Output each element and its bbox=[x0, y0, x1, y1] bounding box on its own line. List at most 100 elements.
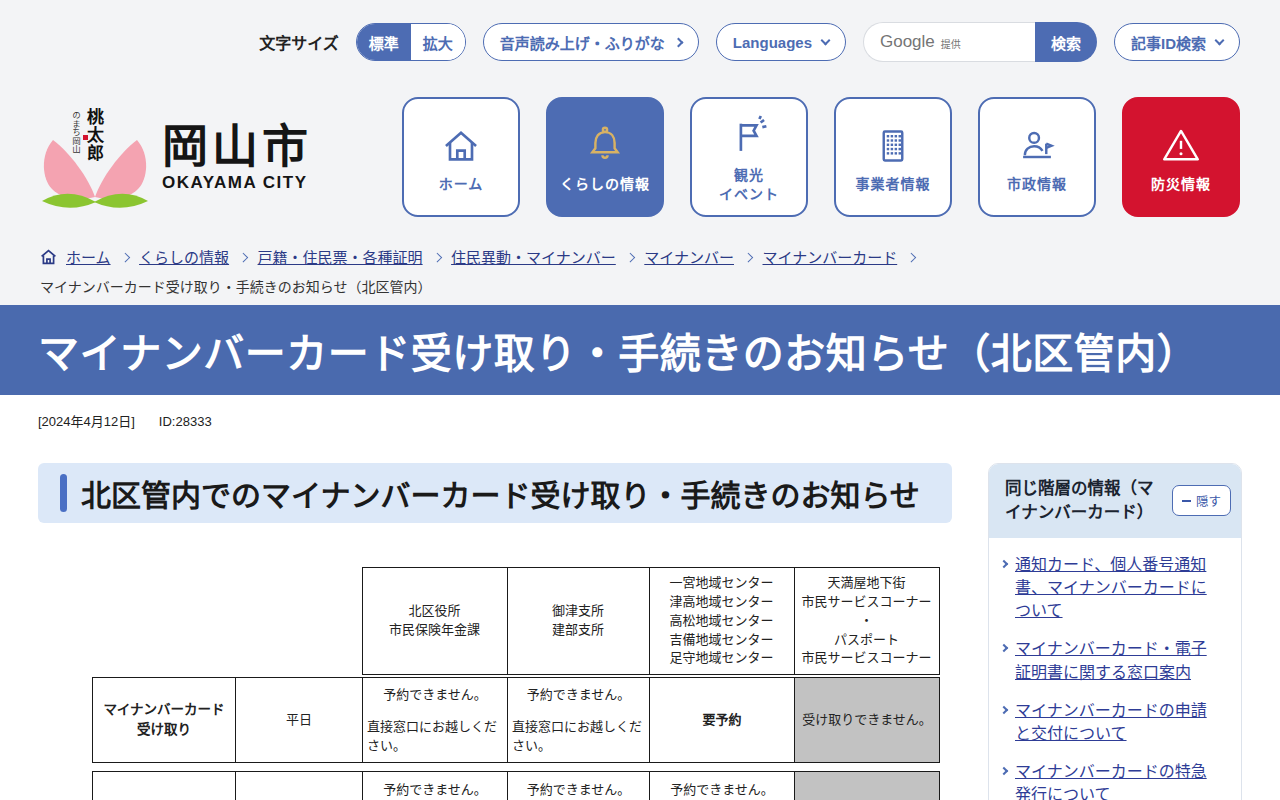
chevron-right-icon bbox=[673, 37, 683, 47]
cell-tenmaya-row2 bbox=[795, 771, 940, 800]
breadcrumb-current-page: マイナンバーカード受け取り・手続きのお知らせ（北区管内） bbox=[40, 276, 1240, 296]
site-title-ja: 岡山市 bbox=[162, 121, 312, 172]
page-title-banner: マイナンバーカード受け取り・手続きのお知らせ（北区管内） bbox=[0, 305, 1280, 395]
second-row-table: 予約できません。 予約できません。 予約できません。 bbox=[92, 771, 940, 800]
breadcrumb-living-info[interactable]: くらしの情報 bbox=[139, 246, 229, 267]
col-header-tenmaya: 天満屋地下街 市民サービスコーナー ・ パスポート 市民サービスコーナー bbox=[794, 568, 939, 675]
languages-label: Languages bbox=[733, 34, 812, 51]
speech-furigana-label: 音声読み上げ・ふりがな bbox=[500, 32, 665, 53]
col-header-mitsu-branch: 御津支所 建部支所 bbox=[507, 568, 649, 675]
home-icon bbox=[438, 124, 484, 168]
font-size-expand-button[interactable]: 拡大 bbox=[411, 24, 465, 60]
breadcrumb-home[interactable]: ホーム bbox=[66, 246, 111, 267]
chevron-right-icon bbox=[432, 252, 441, 261]
site-title-en: OKAYAMA CITY bbox=[162, 173, 312, 193]
breadcrumb-mynumber-card[interactable]: マイナンバーカード bbox=[763, 246, 898, 267]
site-logo[interactable]: のまち岡山 桃太郎 岡山市 OKAYAMA CITY bbox=[40, 105, 312, 209]
logo-tagline: のまち岡山 bbox=[71, 111, 80, 154]
google-logo: Google bbox=[880, 32, 935, 52]
list-item: マイナンバーカード・電子証明書に関する窓口案内 bbox=[1001, 637, 1217, 683]
site-search: Google 提供 検索 bbox=[863, 22, 1097, 62]
table-corner-cell bbox=[235, 568, 362, 675]
col-header-kita-ward: 北区役所 市民保険年金課 bbox=[362, 568, 507, 675]
breadcrumb-mynumber[interactable]: マイナンバー bbox=[644, 246, 734, 267]
article-id: ID:28333 bbox=[159, 414, 212, 429]
cell-kita-pickup: 予約できません。 直接窓口にお越しください。 bbox=[363, 678, 508, 763]
office-header-table: 北区役所 市民保険年金課 御津支所 建部支所 一宮地域センター 津高地域センター… bbox=[92, 567, 940, 675]
page-title: マイナンバーカード受け取り・手続きのお知らせ（北区管内） bbox=[38, 320, 1198, 380]
card-pickup-table: マイナンバーカード 受け取り 平日 予約できません。 直接窓口にお越しください。… bbox=[92, 677, 940, 763]
cell-mitsu-pickup: 予約できません。 直接窓口にお越しください。 bbox=[508, 678, 650, 763]
cell-empty bbox=[236, 771, 363, 800]
nav-home[interactable]: ホーム bbox=[402, 97, 520, 217]
logo-red-dot bbox=[83, 135, 88, 140]
warning-icon bbox=[1158, 124, 1204, 168]
sidebar-links: 通知カード、個人番号通知書、マイナンバーカードについて マイナンバーカード・電子… bbox=[989, 538, 1241, 800]
main-content: 北区管内でのマイナンバーカード受け取り・手続きのお知らせ 北区役所 市民保険年金… bbox=[38, 463, 952, 800]
breadcrumb-certificates[interactable]: 戸籍・住民票・各種証明 bbox=[258, 246, 423, 267]
chevron-right-icon bbox=[907, 252, 916, 261]
chevron-right-icon bbox=[1000, 706, 1008, 714]
main-navigation: ホーム くらしの情報 観光 イベント 事業者情報 市政情報 防災情報 bbox=[402, 97, 1240, 217]
sidebar-header: 同じ階層の情報（マイナンバーカード） 隠す bbox=[989, 464, 1241, 538]
nav-city-government[interactable]: 市政情報 bbox=[978, 97, 1096, 217]
minus-icon bbox=[1182, 500, 1191, 502]
list-item: マイナンバーカードの特急発行について bbox=[1001, 760, 1217, 800]
cell-empty bbox=[93, 771, 236, 800]
font-size-label: 文字サイズ bbox=[259, 30, 339, 54]
chevron-right-icon bbox=[625, 252, 634, 261]
chevron-down-icon bbox=[1215, 36, 1225, 46]
civic-icon bbox=[1014, 124, 1060, 168]
cell-centers-row2: 予約できません。 bbox=[650, 771, 795, 800]
google-provided-label: 提供 bbox=[941, 36, 961, 51]
breadcrumb: ホーム くらしの情報 戸籍・住民票・各種証明 住民異動・マイナンバー マイナンバ… bbox=[0, 230, 1280, 305]
list-item: 通知カード、個人番号通知書、マイナンバーカードについて bbox=[1001, 553, 1217, 623]
breadcrumb-resident-mynumber[interactable]: 住民異動・マイナンバー bbox=[451, 246, 616, 267]
languages-button[interactable]: Languages bbox=[716, 23, 846, 61]
flag-icon bbox=[726, 115, 772, 159]
home-icon bbox=[40, 249, 57, 265]
nav-living-info[interactable]: くらしの情報 bbox=[546, 97, 664, 217]
chevron-right-icon bbox=[120, 252, 129, 261]
chevron-right-icon bbox=[1000, 644, 1008, 652]
article-id-search-button[interactable]: 記事ID検索 bbox=[1114, 23, 1240, 61]
sidebar-same-level: 同じ階層の情報（マイナンバーカード） 隠す 通知カード、個人番号通知書、マイナン… bbox=[988, 463, 1242, 800]
search-input[interactable]: Google 提供 bbox=[863, 22, 1035, 62]
sidebar-link-counter-guide[interactable]: マイナンバーカード・電子証明書に関する窓口案内 bbox=[1015, 637, 1217, 683]
heading-accent-bar bbox=[60, 474, 67, 512]
cell-kita-row2: 予約できません。 bbox=[363, 771, 508, 800]
utility-bar: 文字サイズ 標準 拡大 音声読み上げ・ふりがな Languages Google… bbox=[0, 0, 1280, 84]
search-button[interactable]: 検索 bbox=[1035, 22, 1097, 62]
table-corner-cell bbox=[92, 568, 235, 675]
font-size-toggle: 標準 拡大 bbox=[356, 23, 466, 61]
chevron-right-icon bbox=[239, 252, 248, 261]
bell-icon bbox=[582, 124, 628, 168]
font-size-standard-button[interactable]: 標準 bbox=[357, 24, 411, 60]
site-header: のまち岡山 桃太郎 岡山市 OKAYAMA CITY ホーム くらしの情報 観光… bbox=[0, 84, 1280, 230]
hide-button[interactable]: 隠す bbox=[1172, 485, 1231, 516]
sidebar-link-notification-card[interactable]: 通知カード、個人番号通知書、マイナンバーカードについて bbox=[1015, 553, 1217, 623]
col-header-district-centers: 一宮地域センター 津高地域センター 高松地域センター 吉備地域センター 足守地域… bbox=[649, 568, 794, 675]
cell-schedule: 平日 bbox=[236, 678, 363, 763]
article-meta: [2024年4月12日] ID:28333 bbox=[38, 411, 1242, 430]
chevron-right-icon bbox=[744, 252, 753, 261]
section-heading: 北区管内でのマイナンバーカード受け取り・手続きのお知らせ bbox=[38, 463, 952, 523]
nav-disaster-info[interactable]: 防災情報 bbox=[1122, 97, 1240, 217]
cell-centers-pickup: 要予約 bbox=[650, 678, 795, 763]
row-label-card-pickup: マイナンバーカード 受け取り bbox=[93, 678, 236, 763]
nav-business-info[interactable]: 事業者情報 bbox=[834, 97, 952, 217]
speech-furigana-button[interactable]: 音声読み上げ・ふりがな bbox=[483, 23, 699, 61]
sidebar-link-application-issue[interactable]: マイナンバーカードの申請と交付について bbox=[1015, 699, 1217, 745]
article-date: [2024年4月12日] bbox=[38, 411, 135, 430]
building-icon bbox=[870, 124, 916, 168]
chevron-down-icon bbox=[821, 36, 831, 46]
sidebar-link-express-issue[interactable]: マイナンバーカードの特急発行について bbox=[1015, 760, 1217, 800]
chevron-right-icon bbox=[1000, 767, 1008, 775]
page-top: 文字サイズ 標準 拡大 音声読み上げ・ふりがな Languages Google… bbox=[0, 0, 1280, 305]
sidebar-title: 同じ階層の情報（マイナンバーカード） bbox=[1005, 477, 1166, 525]
chevron-right-icon bbox=[1000, 560, 1008, 568]
list-item: マイナンバーカードの申請と交付について bbox=[1001, 699, 1217, 745]
nav-tourism-events[interactable]: 観光 イベント bbox=[690, 97, 808, 217]
article-id-search-label: 記事ID検索 bbox=[1131, 32, 1206, 53]
cell-mitsu-row2: 予約できません。 bbox=[508, 771, 650, 800]
